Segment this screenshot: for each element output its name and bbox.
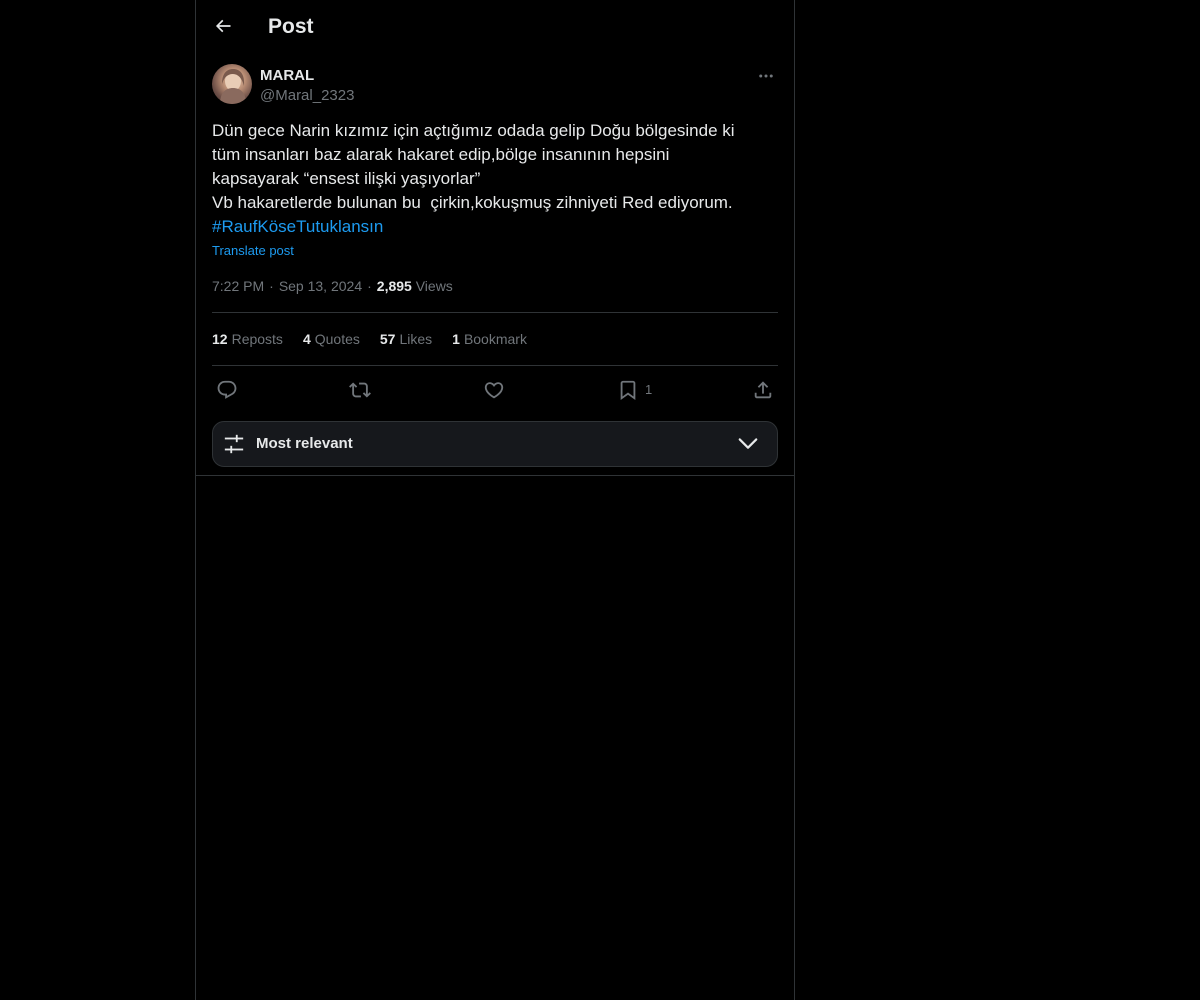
quotes-stat[interactable]: 4 Quotes	[303, 329, 360, 349]
post-meta: 7:22 PM · Sep 13, 2024 · 2,895 Views	[212, 276, 453, 296]
bookmark-button[interactable]: 1	[617, 377, 652, 403]
arrow-left-icon	[215, 19, 231, 33]
repost-button[interactable]	[349, 377, 371, 403]
likes-label: Likes	[399, 331, 433, 347]
bookmarks-stat[interactable]: 1 Bookmark	[452, 329, 527, 349]
divider	[212, 312, 778, 313]
heart-icon	[484, 382, 504, 399]
quotes-label: Quotes	[314, 331, 360, 347]
views-label: Views	[415, 278, 453, 294]
page-title: Post	[268, 15, 314, 38]
bookmarks-label: Bookmark	[463, 331, 527, 347]
bookmarks-count: 1	[452, 331, 460, 347]
avatar[interactable]	[212, 64, 252, 104]
sort-label: Most relevant	[256, 435, 353, 452]
share-icon	[754, 381, 772, 399]
avatar-image	[220, 69, 246, 104]
views-count: 2,895	[376, 278, 412, 294]
display-name[interactable]: MARAL	[260, 66, 314, 86]
like-button[interactable]	[483, 377, 505, 403]
meta-separator: ·	[367, 278, 372, 294]
top-bar: Post	[196, 0, 794, 54]
sliders-icon	[224, 434, 244, 454]
post-column: Post MARAL @Maral_2323 Dün gece Narin kı…	[195, 0, 795, 1000]
action-bar: 1	[212, 377, 778, 403]
reposts-label: Reposts	[231, 331, 283, 347]
more-options-button[interactable]	[754, 64, 778, 88]
bookmark-icon	[620, 380, 636, 401]
back-button[interactable]	[208, 11, 238, 41]
chevron-down-icon	[738, 438, 758, 449]
share-button[interactable]	[752, 377, 774, 403]
quotes-count: 4	[302, 331, 311, 347]
post-text: Dün gece Narin kızımız için açtığımız od…	[212, 121, 735, 212]
bookmark-count: 1	[645, 382, 653, 397]
reply-button[interactable]	[216, 377, 238, 403]
engagement-stats: 12 Reposts 4 Quotes 57 Likes 1 Bookmark	[212, 329, 527, 349]
sort-replies-dropdown[interactable]: Most relevant	[212, 421, 778, 467]
likes-count: 57	[379, 331, 396, 347]
repost-icon	[349, 382, 371, 398]
meta-separator: ·	[269, 278, 274, 294]
handle[interactable]: @Maral_2323	[260, 86, 354, 106]
reposts-stat[interactable]: 12 Reposts	[212, 329, 283, 349]
more-horizontal-icon	[759, 74, 773, 78]
likes-stat[interactable]: 57 Likes	[380, 329, 432, 349]
translate-post-link[interactable]: Translate post	[212, 242, 294, 260]
section-divider	[196, 475, 794, 476]
reposts-count: 12	[212, 331, 228, 347]
reply-icon	[217, 380, 237, 399]
divider	[212, 365, 778, 366]
hashtag-link[interactable]: #RaufKöseTutuklansın	[212, 215, 383, 239]
post-time[interactable]: 7:22 PM	[212, 278, 264, 294]
post-date[interactable]: Sep 13, 2024	[279, 278, 362, 294]
